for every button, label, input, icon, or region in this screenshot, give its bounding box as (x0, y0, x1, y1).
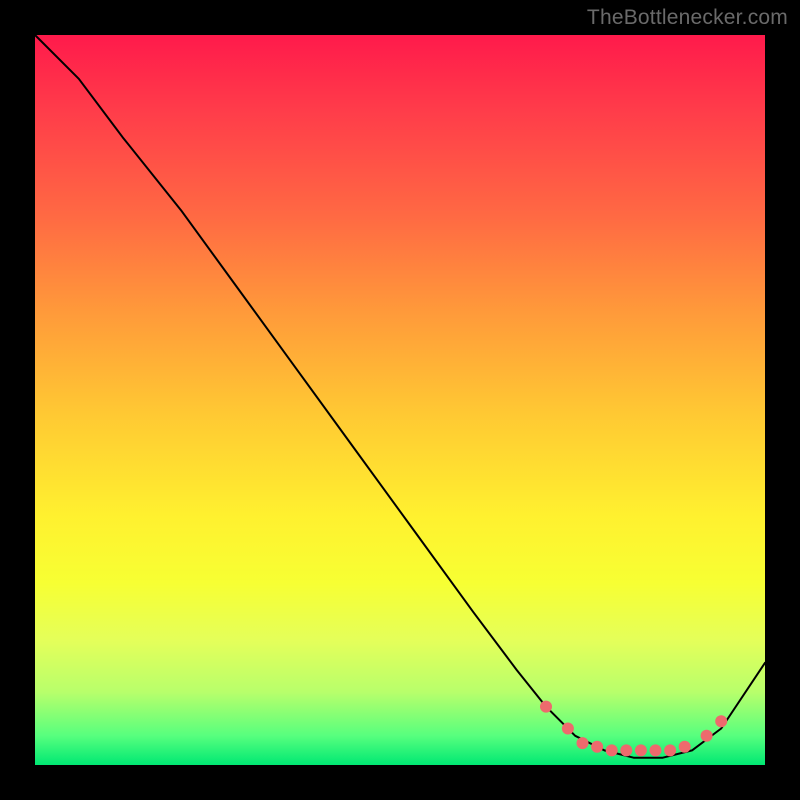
highlight-dot (650, 744, 662, 756)
highlight-markers (540, 701, 727, 757)
attribution-text: TheBottlenecker.com (587, 6, 788, 30)
curve-layer (35, 35, 765, 765)
highlight-dot (562, 723, 574, 735)
highlight-dot (540, 701, 552, 713)
plot-area (35, 35, 765, 765)
bottleneck-curve (35, 35, 765, 758)
highlight-dot (606, 744, 618, 756)
highlight-dot (577, 737, 589, 749)
highlight-dot (635, 744, 647, 756)
highlight-dot (701, 730, 713, 742)
highlight-dot (664, 744, 676, 756)
highlight-dot (591, 741, 603, 753)
chart-frame: TheBottlenecker.com (0, 0, 800, 800)
highlight-dot (715, 715, 727, 727)
highlight-dot (620, 744, 632, 756)
highlight-dot (679, 741, 691, 753)
